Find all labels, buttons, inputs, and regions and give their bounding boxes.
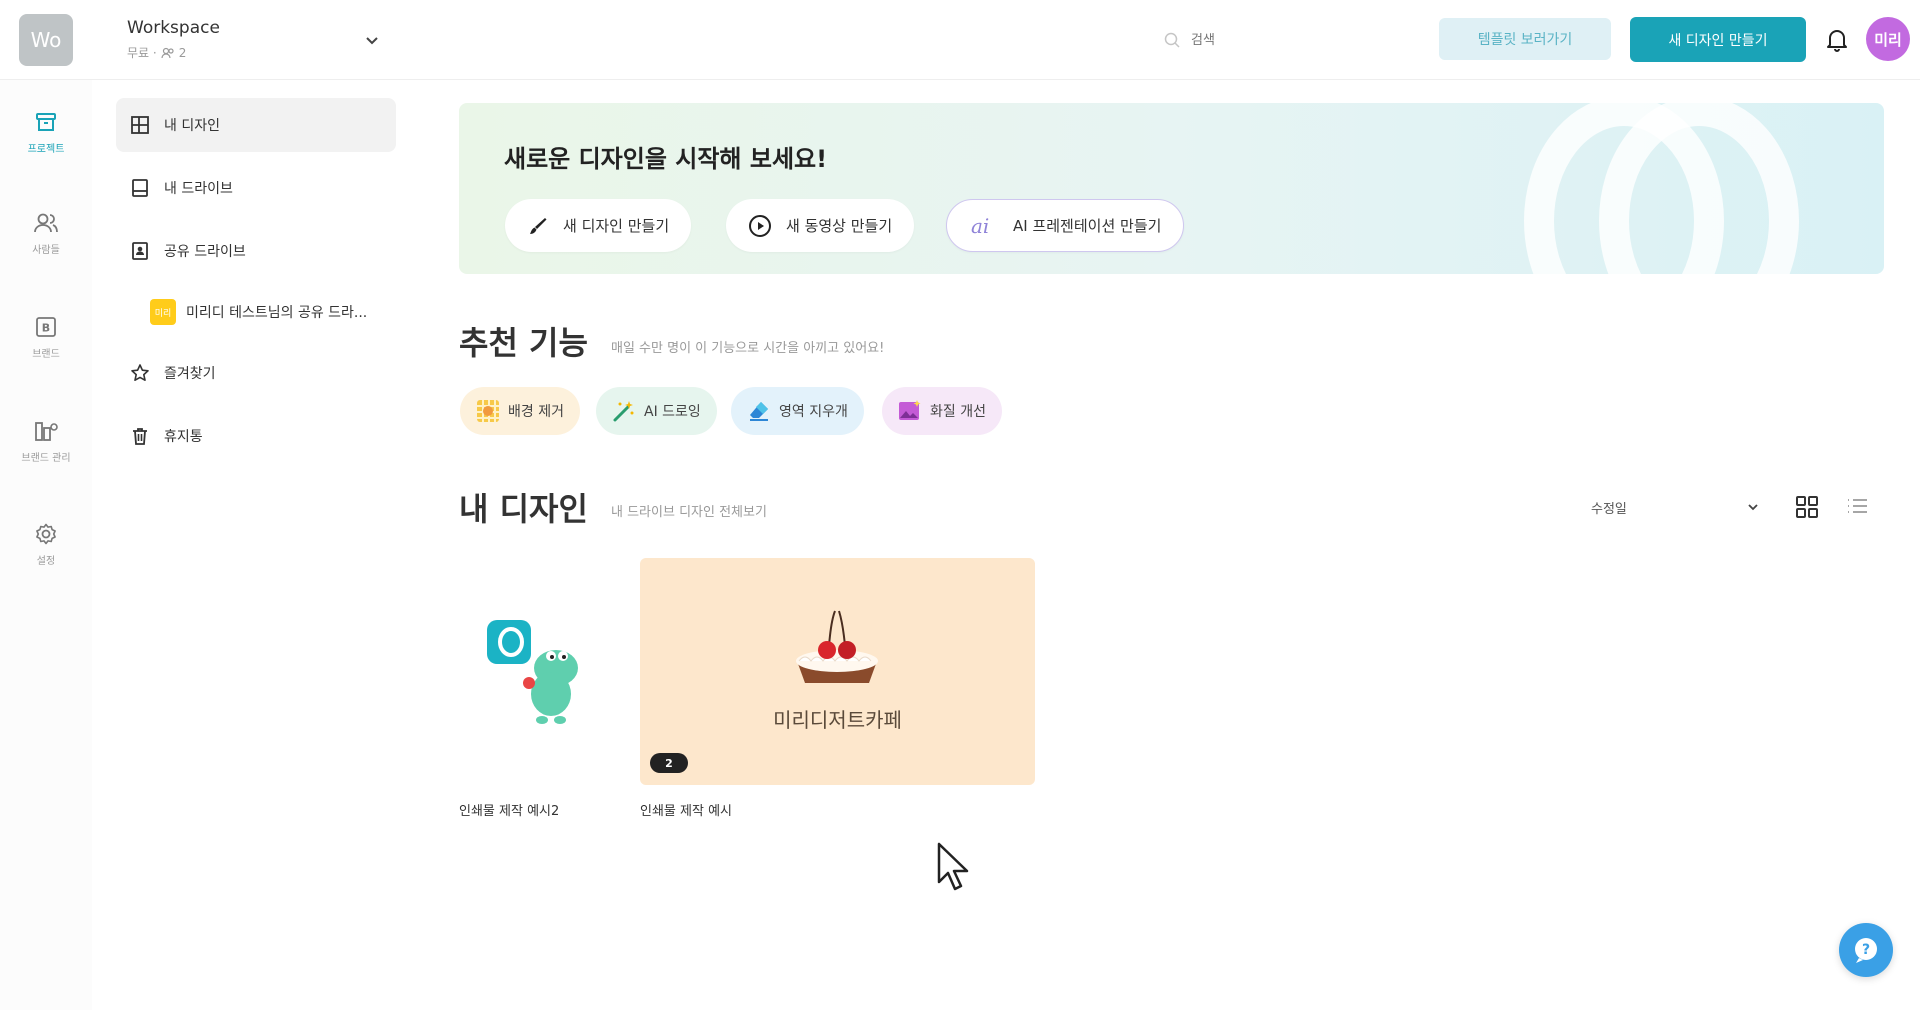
brush-icon — [530, 217, 547, 234]
nav-label: 내 디자인 — [164, 118, 220, 134]
rail-label: 브랜드 관리 — [21, 453, 71, 464]
svg-text:B: B — [42, 322, 50, 335]
grid-view-icon[interactable] — [1795, 495, 1819, 519]
nav-label: 미리디 테스트님의 공유 드라... — [186, 305, 368, 321]
people-icon — [34, 213, 58, 233]
rail-item-brand[interactable]: B 브랜드 — [0, 315, 92, 360]
search-input[interactable] — [1191, 32, 1391, 48]
design-card-2-thumb-text: 미리디저트카페 — [773, 708, 902, 732]
hero-banner: 새로운 디자인을 시작해 보세요! 새 디자인 만들기 새 동영상 만들기 ai… — [459, 103, 1884, 274]
user-avatar[interactable]: 미리 — [1866, 17, 1910, 61]
svg-text:ai: ai — [971, 214, 989, 238]
search-icon — [1164, 32, 1180, 48]
recommended-title: 추천 기능 — [459, 324, 588, 362]
nav-label: 즐겨찾기 — [164, 366, 216, 382]
chevron-down-icon[interactable] — [362, 30, 382, 50]
hero-button-label: 새 동영상 만들기 — [786, 217, 893, 235]
hero-title: 새로운 디자인을 시작해 보세요! — [504, 145, 828, 173]
hero-button-label: AI 프레젠테이션 만들기 — [1013, 217, 1162, 235]
workspace-plan: 무료 · — [127, 46, 157, 60]
nav-label: 공유 드라이브 — [164, 244, 246, 260]
question-chat-icon: ? — [1855, 938, 1877, 963]
top-bar: Wo Workspace 무료 · 2 템플릿 보러가기 새 디자인 만들기 미… — [0, 0, 1920, 80]
my-designs-title: 내 디자인 — [459, 490, 588, 528]
bell-icon[interactable] — [1825, 27, 1849, 53]
rail-label: 브랜드 — [32, 349, 60, 360]
page-count-badge: 2 — [650, 753, 688, 773]
nav-item-my-drive[interactable]: 내 드라이브 — [116, 161, 396, 215]
image-enhance-icon — [899, 400, 921, 420]
workspace-member-count: 2 — [178, 45, 187, 60]
design-card-2-thumbnail[interactable]: 미리디저트카페 2 — [640, 558, 1035, 785]
brand-manage-icon — [35, 422, 58, 441]
rail-item-projects[interactable]: 프로젝트 — [0, 110, 92, 155]
nav-label: 내 드라이브 — [164, 181, 233, 197]
nav-item-shared-drive[interactable]: 공유 드라이브 — [116, 224, 396, 278]
rail-label: 사람들 — [32, 245, 60, 256]
star-icon — [131, 364, 149, 381]
hero-ai-presentation-button[interactable]: ai AI 프레젠테이션 만들기 — [946, 199, 1185, 252]
nav-item-my-designs[interactable]: 내 디자인 — [116, 98, 396, 152]
shared-drive-icon — [132, 242, 148, 260]
magic-wand-icon — [613, 401, 634, 422]
grid-icon — [131, 116, 149, 134]
chip-label: 화질 개선 — [930, 404, 986, 420]
background-remove-icon — [477, 400, 499, 422]
chip-label: 영역 지우개 — [779, 404, 848, 420]
design-card-1-thumbnail[interactable] — [459, 558, 617, 784]
rail-label: 프로젝트 — [27, 144, 65, 155]
list-view-icon[interactable] — [1845, 495, 1869, 519]
view-templates-button[interactable]: 템플릿 보러가기 — [1439, 18, 1611, 60]
chip-quality-enhance[interactable]: 화질 개선 — [882, 387, 1002, 435]
search-box[interactable] — [1157, 18, 1419, 62]
rail-item-brand-manage[interactable]: 브랜드 관리 — [0, 419, 92, 464]
archive-icon — [36, 113, 56, 131]
chip-background-remove[interactable]: 배경 제거 — [460, 387, 580, 435]
cherry-tart-image — [796, 610, 878, 683]
design-card-2-name[interactable]: 인쇄물 제작 예시 — [640, 800, 732, 819]
workspace-avatar[interactable]: Wo — [19, 14, 73, 66]
design-card-1-name[interactable]: 인쇄물 제작 예시2 — [459, 800, 559, 819]
nav-item-favorites[interactable]: 즐겨찾기 — [116, 346, 396, 400]
recommended-subtitle: 매일 수만 명이 이 기능으로 시간을 아끼고 있어요! — [611, 341, 885, 356]
chip-area-eraser[interactable]: 영역 지우개 — [731, 387, 864, 435]
gear-icon — [36, 523, 56, 545]
rail-label: 설정 — [36, 556, 56, 567]
help-button[interactable]: ? — [1839, 923, 1893, 977]
rail-item-settings[interactable]: 설정 — [0, 522, 92, 567]
nav-label: 휴지통 — [164, 429, 203, 445]
hero-button-label: 새 디자인 만들기 — [563, 217, 670, 235]
svg-text:?: ? — [1862, 942, 1870, 958]
chip-label: AI 드로잉 — [644, 404, 701, 420]
chip-ai-drawing[interactable]: AI 드로잉 — [596, 387, 717, 435]
drive-icon — [132, 179, 148, 197]
rail-item-people[interactable]: 사람들 — [0, 211, 92, 256]
members-icon — [161, 47, 174, 58]
shared-drive-badge: 미리 — [150, 299, 176, 325]
play-icon — [749, 214, 771, 237]
nav-item-shared-drive-sub[interactable]: 미리 미리디 테스트님의 공유 드라... — [116, 287, 396, 337]
left-rail: 프로젝트 사람들 B 브랜드 브랜드 관리 설정 — [0, 80, 92, 1010]
workspace-name[interactable]: Workspace — [127, 18, 220, 38]
sort-dropdown[interactable]: 수정일 — [1591, 493, 1761, 521]
hero-new-video-button[interactable]: 새 동영상 만들기 — [726, 199, 915, 252]
crocodile-mascot-image — [487, 620, 578, 724]
ai-icon: ai — [971, 214, 989, 238]
hero-decoration — [1524, 103, 1799, 274]
hero-new-design-button[interactable]: 새 디자인 만들기 — [505, 199, 692, 252]
brand-icon: B — [36, 317, 56, 337]
my-designs-view-all-link[interactable]: 내 드라이브 디자인 전체보기 — [611, 501, 767, 520]
mouse-cursor-icon — [937, 842, 969, 891]
sort-label: 수정일 — [1591, 501, 1627, 517]
eraser-icon — [750, 402, 768, 421]
chevron-down-icon — [1748, 504, 1758, 511]
nav-item-trash[interactable]: 휴지통 — [116, 409, 396, 463]
chip-label: 배경 제거 — [508, 404, 564, 420]
trash-icon — [133, 428, 147, 445]
side-nav: 내 디자인 내 드라이브 공유 드라이브 미리 미리디 테스트님의 공유 드라.… — [116, 98, 396, 472]
new-design-button[interactable]: 새 디자인 만들기 — [1630, 17, 1806, 62]
workspace-meta: 무료 · 2 — [127, 44, 186, 61]
